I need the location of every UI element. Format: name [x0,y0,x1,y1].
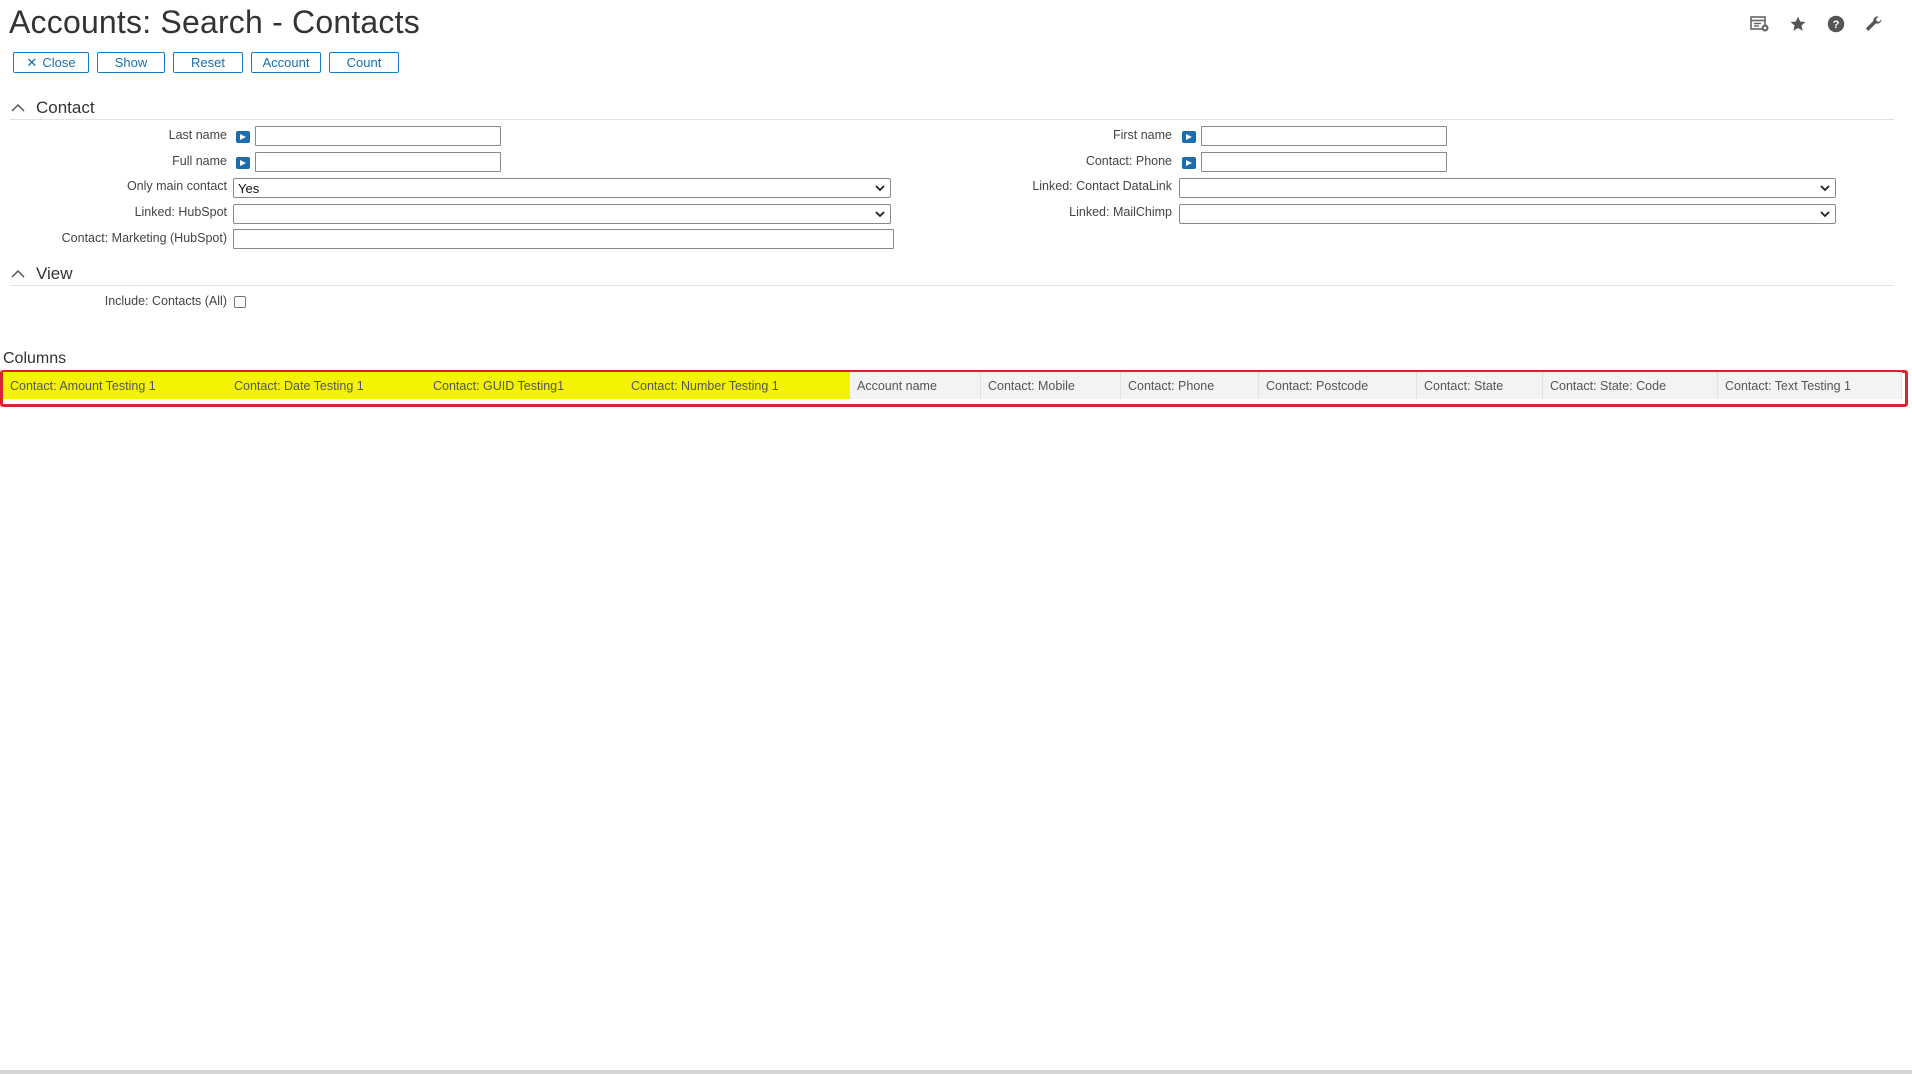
page: Accounts: Search - Contacts ? ✕ Close Sh… [0,0,1912,1074]
only-main-contact-value: Yes [238,180,260,196]
linked-mailchimp-label: Linked: MailChimp [1069,205,1172,219]
page-title: Accounts: Search - Contacts [9,4,420,40]
contact-phone-input[interactable] [1201,152,1447,172]
first-name-input[interactable] [1201,126,1447,146]
close-button[interactable]: ✕ Close [13,52,89,73]
close-icon: ✕ [26,54,38,70]
column-chip[interactable]: Contact: Amount Testing 1 [3,372,227,399]
chevron-down-icon [875,185,885,192]
include-contacts-all-checkbox[interactable] [234,296,246,308]
top-icons: ? [1748,12,1886,36]
star-icon[interactable] [1786,12,1810,36]
full-name-operator-button[interactable] [236,157,250,169]
contact-phone-operator-button[interactable] [1182,157,1196,169]
reset-button-label: Reset [191,55,225,70]
contact-marketing-label: Contact: Marketing (HubSpot) [61,231,227,245]
contact-section-label: Contact [36,98,95,117]
only-main-contact-select[interactable]: Yes [233,178,891,198]
column-chip[interactable]: Contact: Mobile [981,372,1121,399]
full-name-label: Full name [172,154,227,168]
count-button-label: Count [346,55,382,70]
last-name-operator-button[interactable] [236,131,250,143]
help-icon[interactable]: ? [1824,12,1848,36]
toolbar: ✕ Close Show Reset Account Count [13,52,399,73]
column-chip[interactable]: Contact: State: Code [1543,372,1718,399]
column-chip[interactable]: Contact: Date Testing 1 [227,372,426,399]
last-name-label: Last name [168,128,227,142]
view-settings-icon[interactable] [1748,12,1772,36]
show-button[interactable]: Show [97,52,165,73]
contact-phone-label: Contact: Phone [1085,154,1172,168]
linked-hubspot-label: Linked: HubSpot [134,205,227,219]
columns-list: Contact: Amount Testing 1 Contact: Date T… [3,372,1902,399]
contact-marketing-input[interactable] [233,229,894,249]
account-button-label: Account [262,55,310,70]
only-main-contact-label: Only main contact [126,179,227,193]
chevron-down-icon [1820,185,1830,192]
full-name-input[interactable] [255,152,501,172]
chevron-down-icon [1820,211,1830,218]
svg-text:?: ? [1833,19,1840,31]
contact-section-header[interactable]: Contact [10,97,1894,120]
count-button[interactable]: Count [329,52,399,73]
chevron-up-icon [10,100,26,116]
include-contacts-all-label: Include: Contacts (All) [104,294,227,308]
window-bottom-edge [0,1070,1912,1074]
columns-title: Columns [3,350,67,367]
chevron-up-icon [10,266,26,282]
linked-mailchimp-select[interactable] [1179,204,1836,224]
first-name-label: First name [1112,128,1172,142]
column-chip[interactable]: Contact: Postcode [1259,372,1417,399]
view-section-header[interactable]: View [10,263,1894,286]
first-name-operator-button[interactable] [1182,131,1196,143]
wrench-icon[interactable] [1862,12,1886,36]
chevron-down-icon [875,211,885,218]
last-name-input[interactable] [255,126,501,146]
column-chip[interactable]: Account name [850,372,981,399]
account-button[interactable]: Account [251,52,321,73]
column-chip[interactable]: Contact: Text Testing 1 [1718,372,1902,399]
column-chip[interactable]: Contact: Number Testing 1 [624,372,850,399]
column-chip[interactable]: Contact: State [1417,372,1543,399]
linked-hubspot-select[interactable] [233,204,891,224]
view-section-label: View [36,264,73,283]
linked-contact-datalink-select[interactable] [1179,178,1836,198]
linked-contact-datalink-label: Linked: Contact DataLink [1032,179,1172,193]
column-chip[interactable]: Contact: Phone [1121,372,1259,399]
show-button-label: Show [114,55,148,70]
column-chip[interactable]: Contact: GUID Testing1 [426,372,624,399]
close-button-label: Close [42,55,76,70]
reset-button[interactable]: Reset [173,52,243,73]
